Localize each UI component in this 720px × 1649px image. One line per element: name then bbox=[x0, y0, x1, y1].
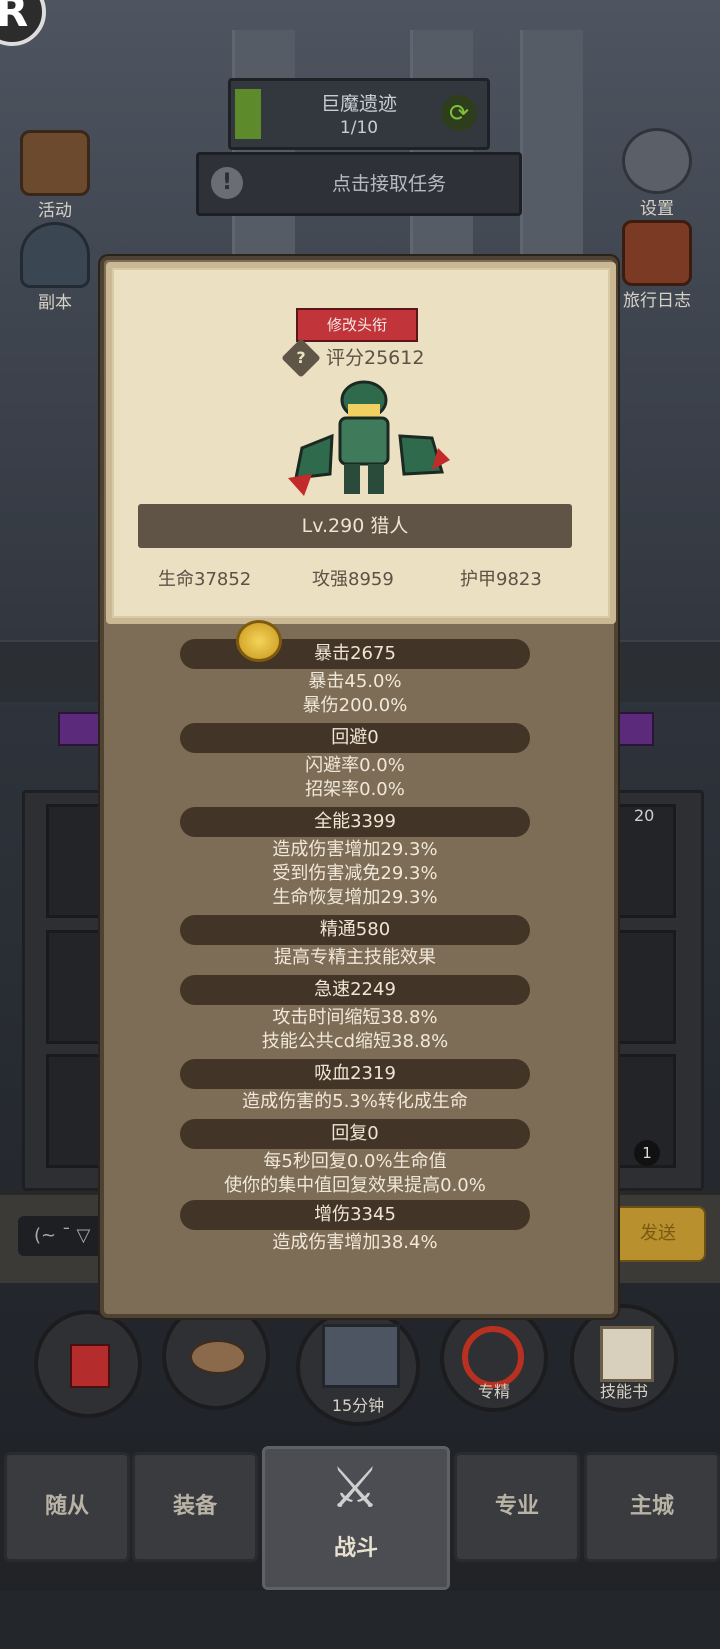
gold-coin-icon bbox=[236, 620, 282, 662]
accept-task-label: 点击接取任务 bbox=[331, 173, 446, 195]
skill-slot-count: 20 bbox=[634, 806, 655, 825]
settings-button[interactable]: 设置 bbox=[614, 128, 700, 219]
stat-header-dodge[interactable]: 回避0 bbox=[180, 723, 530, 753]
stat-header-leech[interactable]: 吸血2319 bbox=[180, 1059, 530, 1089]
stat-header-versatility[interactable]: 全能3399 bbox=[180, 807, 530, 837]
stat-header-mastery[interactable]: 精通580 bbox=[180, 915, 530, 945]
stat-header-haste[interactable]: 急速2249 bbox=[180, 975, 530, 1005]
skill-slot[interactable] bbox=[612, 930, 676, 1044]
exclamation-icon: ! bbox=[211, 167, 243, 199]
skill-book-icon bbox=[600, 1326, 654, 1382]
quest-progress-fill bbox=[235, 89, 261, 139]
stat-header-damage-bonus[interactable]: 增伤3345 bbox=[180, 1200, 530, 1230]
stat-line: 提高专精主技能效果 bbox=[274, 947, 436, 968]
chest-button[interactable]: 15分钟 bbox=[296, 1308, 420, 1426]
settings-label: 设置 bbox=[640, 199, 674, 219]
edit-title-button[interactable]: 修改头衔 bbox=[296, 308, 418, 342]
crossed-swords-icon: ⚔ bbox=[329, 1456, 381, 1521]
potion-button[interactable] bbox=[34, 1310, 142, 1418]
food-button[interactable] bbox=[162, 1302, 270, 1410]
quest-progress-panel[interactable]: 巨魔遗迹 1/10 ⟳ bbox=[228, 78, 490, 150]
dungeon-portal-icon bbox=[20, 222, 90, 288]
stat-line: 造成伤害的5.3%转化成生命 bbox=[242, 1091, 468, 1112]
tab-battle-label: 战斗 bbox=[333, 1536, 378, 1561]
score-label: 评分25612 bbox=[326, 347, 425, 369]
chest-timer: 15分钟 bbox=[331, 1396, 385, 1415]
skill-book-label: 技能书 bbox=[599, 1382, 648, 1401]
stat-header-regen[interactable]: 回复0 bbox=[180, 1119, 530, 1149]
ruin-pillar bbox=[520, 30, 583, 260]
journal-button[interactable]: 旅行日志 bbox=[612, 220, 702, 311]
stat-hp: 生命37852 bbox=[158, 569, 252, 590]
journal-label: 旅行日志 bbox=[623, 291, 691, 311]
treasure-chest-icon bbox=[322, 1324, 400, 1388]
stat-attack: 攻强8959 bbox=[312, 569, 394, 590]
stat-armor: 护甲9823 bbox=[460, 569, 542, 590]
specialization-button[interactable]: 专精 bbox=[440, 1304, 548, 1412]
stat-header-crit[interactable]: 暴击2675 bbox=[180, 639, 530, 669]
character-name-level: Lv.290 猎人 bbox=[138, 504, 572, 548]
journal-icon bbox=[622, 220, 692, 286]
stat-line: 技能公共cd缩短38.8% bbox=[261, 1031, 449, 1052]
refresh-icon[interactable]: ⟳ bbox=[441, 95, 477, 131]
stat-line: 造成伤害增加29.3% bbox=[272, 839, 438, 860]
dungeon-label: 副本 bbox=[38, 293, 72, 313]
tab-equipment[interactable]: 装备 bbox=[132, 1452, 258, 1562]
accept-task-button[interactable]: ! 点击接取任务 bbox=[196, 152, 522, 216]
stat-line: 使你的集中值回复效果提高0.0% bbox=[224, 1175, 486, 1196]
skill-slot-count: 1 bbox=[634, 1140, 660, 1166]
tab-profession[interactable]: 专业 bbox=[454, 1452, 580, 1562]
stat-line: 每5秒回复0.0%生命值 bbox=[263, 1151, 447, 1172]
activity-label: 活动 bbox=[38, 201, 72, 221]
stat-line: 招架率0.0% bbox=[305, 779, 405, 800]
stat-line: 造成伤害增加38.4% bbox=[272, 1232, 438, 1253]
tab-followers[interactable]: 随从 bbox=[4, 1452, 130, 1562]
skill-book-button[interactable]: 技能书 bbox=[570, 1304, 678, 1412]
specialization-label: 专精 bbox=[477, 1382, 510, 1401]
hunter-character-sprite bbox=[288, 380, 450, 496]
stat-line: 闪避率0.0% bbox=[305, 755, 405, 776]
tab-main-city[interactable]: 主城 bbox=[584, 1452, 720, 1562]
stat-line: 生命恢复增加29.3% bbox=[272, 887, 438, 908]
activity-board-icon bbox=[20, 130, 90, 196]
stat-line: 暴伤200.0% bbox=[302, 695, 408, 716]
experience-bar-left bbox=[58, 712, 104, 746]
stat-line: 受到伤害减免29.3% bbox=[272, 863, 438, 884]
stat-line: 暴击45.0% bbox=[308, 671, 402, 692]
gear-icon bbox=[622, 128, 692, 194]
dungeon-button[interactable]: 副本 bbox=[12, 222, 98, 313]
tab-battle[interactable]: ⚔ 战斗 bbox=[262, 1446, 450, 1590]
help-icon[interactable]: ? bbox=[287, 344, 315, 372]
potion-icon bbox=[70, 1344, 110, 1388]
stat-line: 攻击时间缩短38.8% bbox=[272, 1007, 438, 1028]
activity-button[interactable]: 活动 bbox=[12, 130, 98, 221]
bread-icon bbox=[190, 1340, 246, 1374]
